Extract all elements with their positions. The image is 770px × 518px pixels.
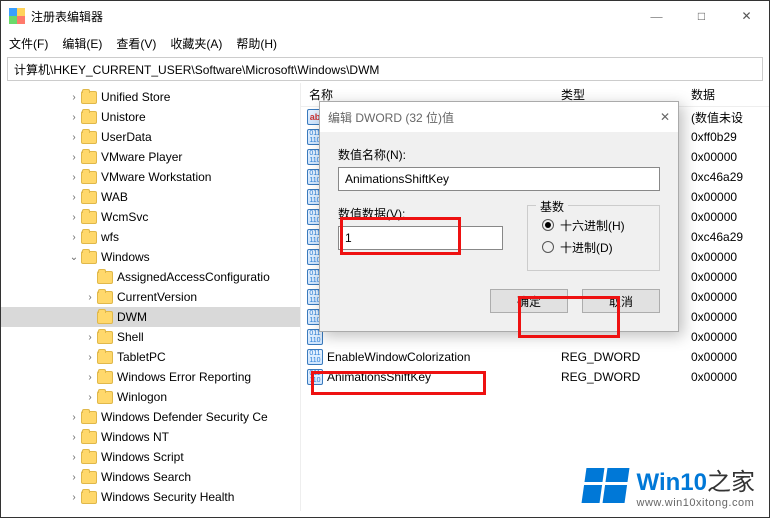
folder-icon <box>81 211 97 224</box>
tree-item[interactable]: AssignedAccessConfiguratio <box>1 267 300 287</box>
chevron-icon: › <box>67 212 81 223</box>
folder-icon <box>97 391 113 404</box>
tree-item[interactable]: ›Unistore <box>1 107 300 127</box>
menubar: 文件(F) 编辑(E) 查看(V) 收藏夹(A) 帮助(H) <box>1 31 769 55</box>
tree-item[interactable]: ›WAB <box>1 187 300 207</box>
chevron-icon: › <box>67 412 81 423</box>
titlebar: 注册表编辑器 — □ ✕ <box>1 1 769 31</box>
address-bar[interactable]: 计算机\HKEY_CURRENT_USER\Software\Microsoft… <box>7 57 763 81</box>
menu-file[interactable]: 文件(F) <box>9 35 48 52</box>
folder-icon <box>81 91 97 104</box>
maximize-button[interactable]: □ <box>679 1 724 31</box>
chevron-icon: › <box>83 372 97 383</box>
chevron-icon: › <box>67 432 81 443</box>
folder-icon <box>81 111 97 124</box>
folder-icon <box>81 151 97 164</box>
tree-item[interactable]: DWM <box>1 307 300 327</box>
regedit-icon <box>9 8 25 24</box>
close-button[interactable]: ✕ <box>724 1 769 31</box>
folder-icon <box>97 371 113 384</box>
chevron-icon: ⌄ <box>67 252 81 263</box>
tree-item[interactable]: ›TabletPC <box>1 347 300 367</box>
folder-icon <box>81 171 97 184</box>
folder-icon <box>81 451 97 464</box>
folder-icon <box>81 191 97 204</box>
tree-item[interactable]: ›Windows Search <box>1 467 300 487</box>
folder-icon <box>81 471 97 484</box>
value-name-field[interactable] <box>338 167 660 191</box>
folder-icon <box>81 131 97 144</box>
chevron-icon: › <box>83 332 97 343</box>
folder-icon <box>97 351 113 364</box>
tree-item[interactable]: ›Winlogon <box>1 387 300 407</box>
dword-value-icon <box>307 369 323 385</box>
tree-item[interactable]: ›VMware Player <box>1 147 300 167</box>
folder-icon <box>97 311 113 324</box>
watermark: Win10之家 www.win10xitong.com <box>584 462 755 509</box>
window-title: 注册表编辑器 <box>31 8 103 25</box>
tree-view[interactable]: ›Unified Store›Unistore›UserData›VMware … <box>1 83 301 511</box>
dialog-close-icon[interactable]: ✕ <box>660 110 670 124</box>
folder-icon <box>81 411 97 424</box>
folder-icon <box>81 251 97 264</box>
folder-icon <box>97 331 113 344</box>
tree-item[interactable]: ›Windows Defender Security Ce <box>1 407 300 427</box>
radix-dec[interactable]: 十进制(D) <box>542 236 645 258</box>
list-row[interactable]: AnimationsShiftKeyREG_DWORD0x00000 <box>301 367 769 387</box>
cancel-button[interactable]: 取消 <box>582 289 660 313</box>
tree-item[interactable]: ›Unified Store <box>1 87 300 107</box>
menu-edit[interactable]: 编辑(E) <box>62 35 102 52</box>
ok-button[interactable]: 确定 <box>490 289 568 313</box>
chevron-icon: › <box>67 192 81 203</box>
edit-dword-dialog: 编辑 DWORD (32 位)值 ✕ 数值名称(N): 数值数据(V): 基数 … <box>319 101 679 332</box>
tree-item[interactable]: ›Windows Script <box>1 447 300 467</box>
folder-icon <box>81 431 97 444</box>
chevron-icon: › <box>67 472 81 483</box>
dword-value-icon <box>307 349 323 365</box>
radix-caption: 基数 <box>536 198 568 215</box>
folder-icon <box>81 491 97 504</box>
value-name-label: 数值名称(N): <box>338 146 660 163</box>
tree-item[interactable]: ›VMware Workstation <box>1 167 300 187</box>
list-row[interactable]: EnableWindowColorizationREG_DWORD0x00000 <box>301 347 769 367</box>
chevron-icon: › <box>83 292 97 303</box>
value-data-field[interactable] <box>338 226 503 250</box>
menu-fav[interactable]: 收藏夹(A) <box>170 35 222 52</box>
windows-logo-icon <box>581 468 629 503</box>
minimize-button[interactable]: — <box>634 1 679 31</box>
folder-icon <box>97 271 113 284</box>
header-data[interactable]: 数据 <box>691 86 769 103</box>
tree-item[interactable]: ›WcmSvc <box>1 207 300 227</box>
chevron-icon: › <box>67 492 81 503</box>
tree-item[interactable]: ›Windows NT <box>1 427 300 447</box>
chevron-icon: › <box>67 132 81 143</box>
chevron-icon: › <box>67 172 81 183</box>
value-data-label: 数值数据(V): <box>338 205 503 222</box>
chevron-icon: › <box>67 112 81 123</box>
chevron-icon: › <box>67 452 81 463</box>
address-text: 计算机\HKEY_CURRENT_USER\Software\Microsoft… <box>14 61 379 78</box>
menu-view[interactable]: 查看(V) <box>116 35 156 52</box>
tree-item[interactable]: ›Windows Security Health <box>1 487 300 507</box>
tree-item[interactable]: ›Shell <box>1 327 300 347</box>
menu-help[interactable]: 帮助(H) <box>236 35 277 52</box>
chevron-icon: › <box>67 152 81 163</box>
radio-on-icon <box>542 219 554 231</box>
tree-item[interactable]: ›UserData <box>1 127 300 147</box>
chevron-icon: › <box>67 232 81 243</box>
chevron-icon: › <box>83 392 97 403</box>
tree-item[interactable]: ⌄Windows <box>1 247 300 267</box>
dialog-title: 编辑 DWORD (32 位)值 <box>328 109 454 126</box>
folder-icon <box>81 231 97 244</box>
tree-item[interactable]: ›Windows Error Reporting <box>1 367 300 387</box>
tree-item[interactable]: ›CurrentVersion <box>1 287 300 307</box>
folder-icon <box>97 291 113 304</box>
tree-item[interactable]: ›wfs <box>1 227 300 247</box>
chevron-icon: › <box>83 352 97 363</box>
radix-hex[interactable]: 十六进制(H) <box>542 214 645 236</box>
radio-off-icon <box>542 241 554 253</box>
chevron-icon: › <box>67 92 81 103</box>
